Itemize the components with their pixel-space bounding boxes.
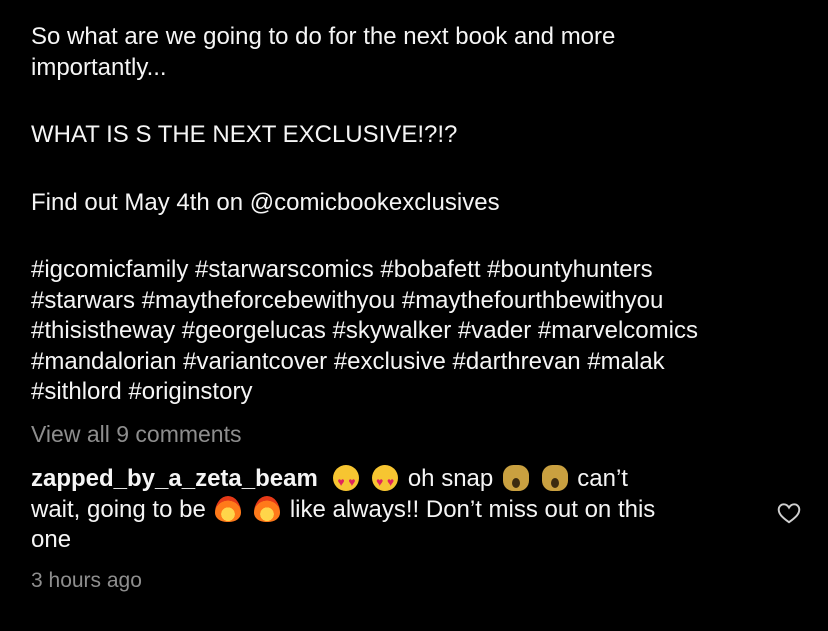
- caption-line: importantly...: [31, 53, 167, 81]
- comment-text: like always!! Don’t miss out on this: [289, 495, 656, 523]
- comment-timestamp: 3 hours ago: [31, 569, 142, 592]
- caption-hashtags-line[interactable]: #sithlord #originstory: [31, 377, 801, 408]
- caption-hashtags-line[interactable]: #starwars #maytheforcebewithyou #maythef…: [31, 286, 801, 317]
- scream-cat-emoji-icon: [502, 465, 529, 491]
- comment-text: oh snap: [407, 465, 494, 492]
- caption-hashtags-line[interactable]: #thisistheway #georgelucas #skywalker #v…: [31, 316, 801, 347]
- caption-line: So what are we going to do for the next …: [31, 23, 616, 50]
- comment-username[interactable]: zapped_by_a_zeta_beam: [31, 465, 318, 492]
- comment: zapped_by_a_zeta_beam oh snap can’t wait…: [31, 464, 751, 556]
- fire-emoji-icon: [254, 495, 281, 522]
- caption-mention-line[interactable]: Find out May 4th on @comicbookexclusives: [31, 188, 801, 219]
- caption-line: WHAT IS S THE NEXT EXCLUSIVE!?!?: [31, 121, 458, 148]
- like-heart-icon[interactable]: [776, 500, 802, 526]
- heart-eyes-cat-emoji-icon: [372, 465, 399, 498]
- view-all-comments-link[interactable]: View all 9 comments: [31, 421, 242, 448]
- comment-text: wait, going to be: [31, 495, 206, 523]
- caption-hashtags-line[interactable]: #igcomicfamily #starwarscomics #bobafett…: [31, 255, 801, 286]
- heart-eyes-cat-emoji-icon: [333, 465, 360, 498]
- fire-emoji-icon: [215, 495, 242, 522]
- comment-text: one: [31, 526, 72, 553]
- post-caption: So what are we going to do for the next …: [31, 22, 801, 408]
- scream-cat-emoji-icon: [541, 465, 568, 491]
- caption-hashtags-line[interactable]: #mandalorian #variantcover #exclusive #d…: [31, 347, 801, 378]
- comment-text: can’t: [577, 465, 628, 492]
